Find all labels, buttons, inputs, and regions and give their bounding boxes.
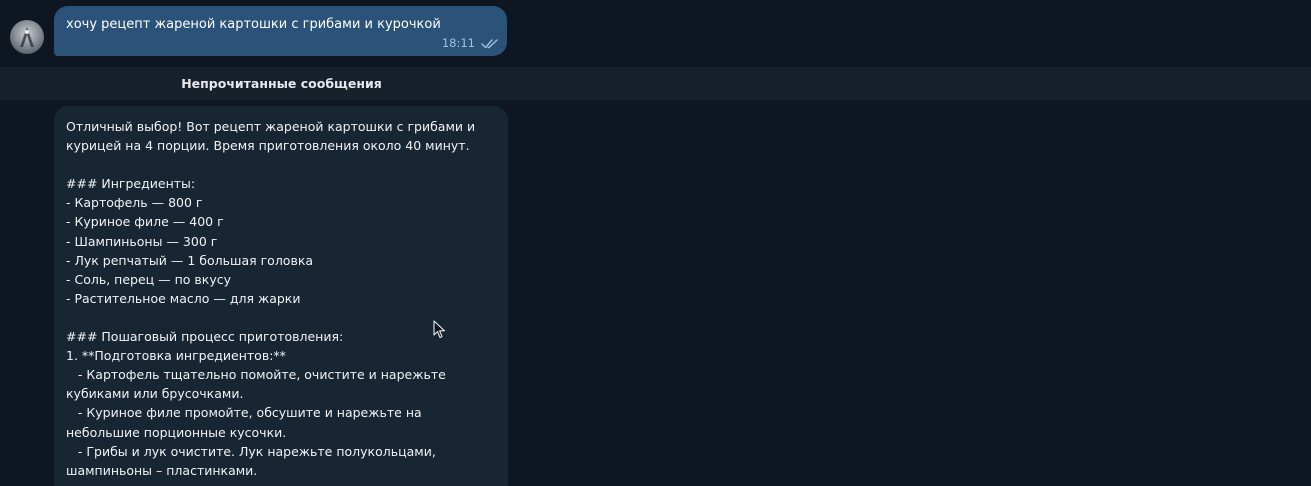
message-line: Отличный выбор! Вот рецепт жареной карто…	[66, 119, 476, 134]
message-line: небольшие порционные кусочки.	[66, 424, 287, 440]
message-line: кубиками или брусочками.	[66, 386, 244, 402]
message-line: - Куриное филе промойте, обсушите и наре…	[66, 405, 422, 421]
message-line: ### Ингредиенты:	[66, 176, 196, 192]
unread-messages-divider: Непрочитанные сообщения	[0, 67, 1311, 100]
message-line	[66, 308, 496, 327]
chat-area: хочу рецепт жареной картошки с грибами и…	[0, 0, 1311, 486]
double-check-icon	[481, 38, 498, 49]
message-line: 1. **Подготовка ингредиентов:**	[66, 348, 286, 364]
message-time: 18:11	[441, 36, 475, 50]
avatar-image-icon	[20, 27, 34, 47]
unread-divider-label: Непрочитанные сообщения	[181, 76, 382, 91]
user-avatar[interactable]	[10, 20, 44, 54]
message-line: - Картофель — 800 г	[66, 195, 203, 211]
outgoing-message-text: хочу рецепт жареной картошки с грибами и…	[66, 17, 441, 32]
incoming-message-bubble[interactable]: Отличный выбор! Вот рецепт жареной карто…	[54, 106, 508, 486]
message-line: - Шампиньоны — 300 г	[66, 233, 218, 249]
mouse-pointer-icon	[433, 320, 446, 339]
message-line: - Грибы и лук очистите. Лук нарежьте пол…	[66, 443, 436, 459]
message-line: - Соль, перец — по вкусу	[66, 271, 231, 287]
message-line: шампиньоны – пластинками.	[66, 462, 258, 478]
message-line: ### Пошаговый процесс приготовления:	[66, 329, 344, 345]
message-line: курицей на 4 порции. Время приготовления…	[66, 138, 470, 154]
message-line	[66, 155, 496, 174]
message-line: - Картофель тщательно помойте, очистите …	[66, 367, 446, 383]
outgoing-message-bubble[interactable]: хочу рецепт жареной картошки с грибами и…	[54, 6, 507, 56]
message-line: - Растительное масло — для жарки	[66, 290, 301, 306]
message-line: - Куриное филе — 400 г	[66, 214, 224, 230]
message-meta: 18:11	[442, 36, 499, 50]
message-line: - Лук репчатый — 1 большая головка	[66, 252, 314, 268]
